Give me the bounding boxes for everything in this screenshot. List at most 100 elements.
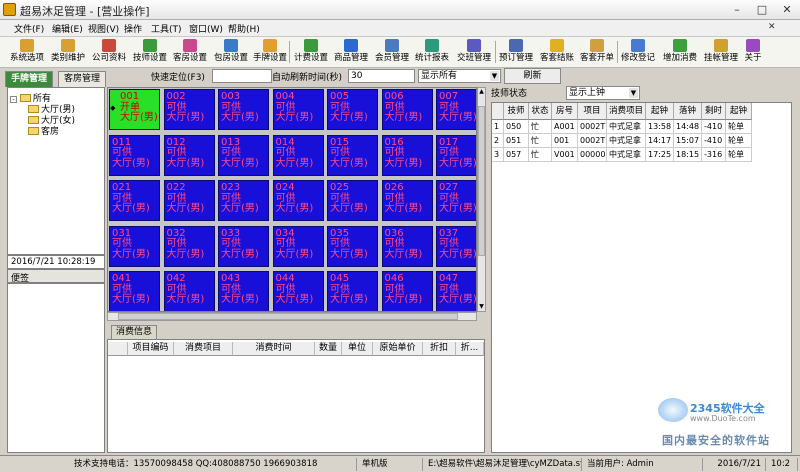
table-cell[interactable]: -410 bbox=[702, 134, 726, 148]
table-cell[interactable]: 15:07 bbox=[674, 134, 702, 148]
toolbar-button-company[interactable]: 公司资料 bbox=[90, 38, 128, 67]
tab-consumption[interactable]: 消费信息 bbox=[111, 325, 158, 339]
table-cell[interactable]: 0002T bbox=[578, 134, 607, 148]
table-cell[interactable]: 051 bbox=[504, 134, 529, 148]
room-tile[interactable]: 041 可供 大厅(男) bbox=[109, 271, 160, 311]
column-header[interactable]: 项目编码 bbox=[128, 342, 174, 356]
toolbar-button-add-consumption[interactable]: 增加消费 bbox=[661, 38, 699, 67]
toolbar-button-credit[interactable]: 挂帐管理 bbox=[703, 38, 739, 67]
room-tile[interactable]: 046 可供 大厅(男) bbox=[381, 271, 433, 311]
table-cell[interactable]: 001 bbox=[552, 134, 578, 148]
column-header[interactable]: 落钟 bbox=[674, 103, 702, 120]
table-cell[interactable]: 忙 bbox=[529, 120, 552, 134]
column-header[interactable]: 剩时 bbox=[702, 103, 726, 120]
table-cell[interactable]: 中式足拿 bbox=[607, 148, 646, 162]
table-cell[interactable]: 忙 bbox=[529, 148, 552, 162]
room-tile[interactable]: 021 可供 大厅(男) bbox=[109, 180, 160, 221]
column-header[interactable]: 技师 bbox=[504, 103, 529, 120]
menu-tools[interactable]: 工具(T) bbox=[151, 22, 182, 35]
table-cell[interactable]: 00000 bbox=[578, 148, 607, 162]
room-tile[interactable]: 002 可供 大厅(男) bbox=[163, 89, 215, 130]
room-tile[interactable]: 007 可供 大厅(男) bbox=[436, 89, 476, 130]
room-tile[interactable]: 043 可供 大厅(男) bbox=[218, 271, 269, 311]
table-cell[interactable]: 轮单 bbox=[726, 148, 752, 162]
table-cell[interactable]: 忙 bbox=[529, 134, 552, 148]
column-header[interactable]: 房号 bbox=[552, 103, 578, 120]
room-tile[interactable]: 016 可供 大厅(男) bbox=[381, 134, 433, 176]
column-header[interactable]: 折扣 bbox=[423, 342, 456, 356]
room-tile[interactable]: 033 可供 大厅(男) bbox=[218, 225, 269, 267]
column-header[interactable]: 状态 bbox=[529, 103, 552, 120]
table-cell[interactable]: 050 bbox=[504, 120, 529, 134]
toolbar-button-billing[interactable]: 计费设置 bbox=[292, 38, 330, 67]
toolbar-button-booking[interactable]: 预订管理 bbox=[498, 38, 534, 67]
menu-edit[interactable]: 编辑(E) bbox=[52, 22, 83, 35]
close-button[interactable]: ✕ bbox=[775, 1, 799, 18]
table-cell[interactable]: 13:58 bbox=[646, 120, 674, 134]
toolbar-button-hand-tag[interactable]: 手牌设置 bbox=[252, 38, 288, 67]
scroll-thumb[interactable] bbox=[478, 106, 485, 256]
toolbar-button-guest-room[interactable]: 客房设置 bbox=[171, 38, 209, 67]
room-tile[interactable]: 035 可供 大厅(男) bbox=[327, 225, 378, 267]
room-tile[interactable]: 047 可供 大厅(男) bbox=[436, 271, 476, 311]
grid-vertical-scrollbar[interactable]: ▲ ▼ bbox=[477, 87, 486, 312]
collapse-icon[interactable]: - bbox=[10, 96, 17, 103]
tech-filter-select[interactable]: 显示上钟 ▼ bbox=[566, 86, 640, 100]
room-tile[interactable]: 006 可供 大厅(男) bbox=[381, 89, 433, 130]
room-tile[interactable]: 003 可供 大厅(男) bbox=[218, 89, 269, 130]
toolbar-button-checkout[interactable]: 客套结账 bbox=[539, 38, 575, 67]
column-header[interactable]: 原始单价 bbox=[373, 342, 423, 356]
table-cell[interactable]: -410 bbox=[702, 120, 726, 134]
column-header[interactable]: 消费时间 bbox=[233, 342, 315, 356]
room-tile[interactable]: 044 可供 大厅(男) bbox=[272, 271, 324, 311]
column-header[interactable] bbox=[492, 103, 504, 120]
minimize-button[interactable]: – bbox=[725, 1, 749, 18]
room-tile[interactable]: 022 可供 大厅(男) bbox=[163, 180, 215, 221]
toolbar-button-about[interactable]: 关于 bbox=[742, 38, 764, 67]
table-cell[interactable]: 0002T bbox=[578, 120, 607, 134]
room-tile[interactable]: 032 可供 大厅(男) bbox=[163, 225, 215, 267]
table-cell[interactable]: 057 bbox=[504, 148, 529, 162]
table-cell[interactable]: A001 bbox=[552, 120, 578, 134]
room-tile[interactable]: 011 可供 大厅(男) bbox=[109, 134, 160, 176]
menu-window[interactable]: 窗口(W) bbox=[189, 22, 223, 35]
column-header[interactable]: 项目 bbox=[578, 103, 607, 120]
menu-file[interactable]: 文件(F) bbox=[14, 22, 44, 35]
scroll-thumb[interactable] bbox=[118, 313, 458, 320]
toolbar-button-private-room[interactable]: 包房设置 bbox=[213, 38, 249, 67]
room-tile[interactable]: 012 可供 大厅(男) bbox=[163, 134, 215, 176]
table-cell[interactable]: 17:25 bbox=[646, 148, 674, 162]
scroll-down-icon[interactable]: ▼ bbox=[478, 303, 485, 311]
column-header[interactable]: 消费项目 bbox=[174, 342, 233, 356]
toolbar-button-member[interactable]: 会员管理 bbox=[374, 38, 410, 67]
refresh-interval-input[interactable]: 30 bbox=[348, 69, 415, 83]
room-tile[interactable]: 023 可供 大厅(男) bbox=[218, 180, 269, 221]
room-tile[interactable]: 013 可供 大厅(男) bbox=[218, 134, 269, 176]
column-header[interactable]: 折... bbox=[456, 342, 484, 356]
room-tile[interactable]: 017 可供 大厅(男) bbox=[436, 134, 476, 176]
room-tile[interactable]: 045 可供 大厅(男) bbox=[327, 271, 378, 311]
room-tile[interactable]: 014 可供 大厅(男) bbox=[272, 134, 324, 176]
room-tile[interactable]: 031 可供 大厅(男) bbox=[109, 225, 160, 267]
grid-horizontal-scrollbar[interactable] bbox=[107, 312, 477, 321]
room-tile[interactable]: 025 可供 大厅(男) bbox=[327, 180, 378, 221]
toolbar-button-system-options[interactable]: 系统选项 bbox=[8, 38, 46, 67]
menu-operate[interactable]: 操作 bbox=[124, 22, 142, 35]
column-header[interactable]: 单位 bbox=[342, 342, 373, 356]
table-cell[interactable]: V001 bbox=[552, 148, 578, 162]
scroll-up-icon[interactable]: ▲ bbox=[478, 88, 485, 96]
table-cell[interactable]: 18:15 bbox=[674, 148, 702, 162]
toolbar-button-category[interactable]: 类别维护 bbox=[50, 38, 86, 67]
room-tile[interactable]: 015 可供 大厅(男) bbox=[327, 134, 378, 176]
room-tile[interactable]: 027 可供 大厅(男) bbox=[436, 180, 476, 221]
locate-input[interactable] bbox=[212, 69, 272, 83]
toolbar-button-edit-record[interactable]: 修改登记 bbox=[620, 38, 656, 67]
tab-guest-room[interactable]: 客房管理 bbox=[58, 71, 107, 87]
column-header[interactable]: 起钟 bbox=[726, 103, 752, 120]
table-cell[interactable]: 中式足拿 bbox=[607, 134, 646, 148]
row-number[interactable]: 2 bbox=[492, 134, 504, 148]
table-cell[interactable]: -316 bbox=[702, 148, 726, 162]
room-tile[interactable]: 034 可供 大厅(男) bbox=[272, 225, 324, 267]
column-header[interactable]: 数量 bbox=[315, 342, 342, 356]
room-tile[interactable]: 005 可供 大厅(男) bbox=[327, 89, 378, 130]
